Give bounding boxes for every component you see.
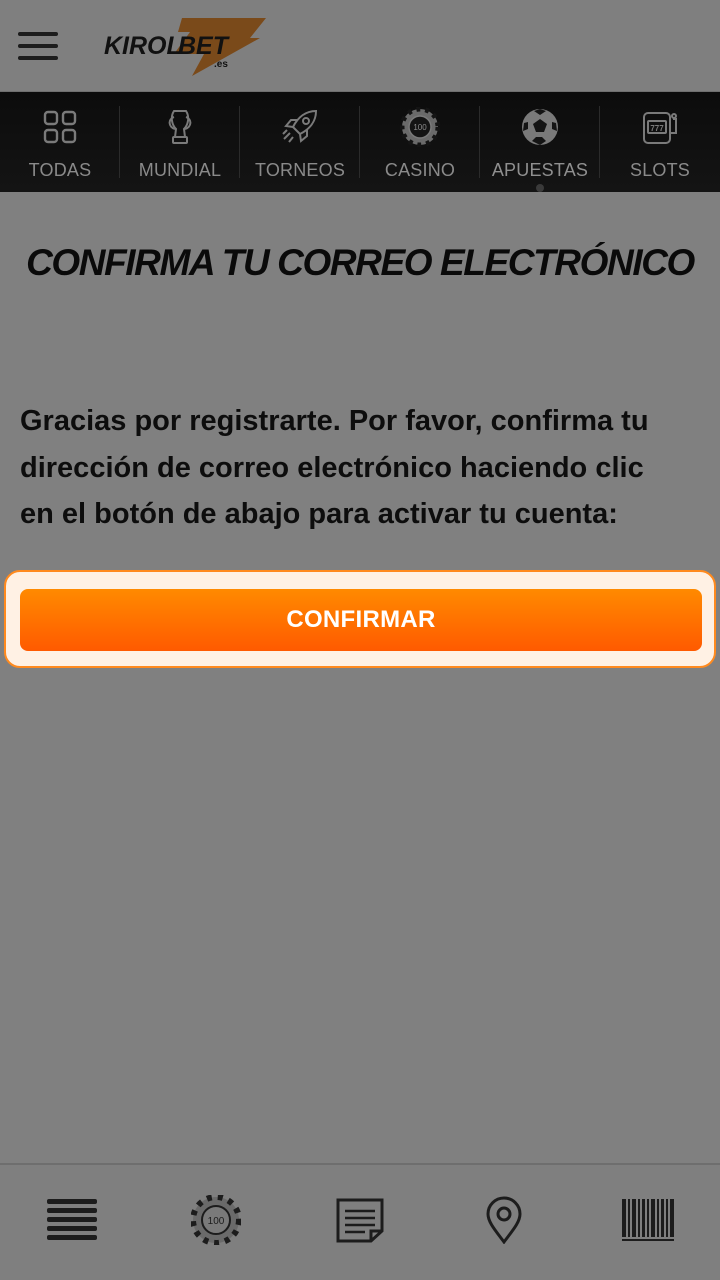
trophy-icon: [159, 106, 201, 148]
grid-icon: [39, 106, 81, 148]
category-nav: TODAS MUNDIAL TORNEOS 100 CASINO APUESTA…: [0, 92, 720, 192]
category-casino[interactable]: 100 CASINO: [360, 92, 480, 192]
bottom-nav-locations[interactable]: [432, 1165, 576, 1280]
confirmation-message: Gracias por registrarte. Por favor, conf…: [20, 398, 710, 538]
bottom-nav-menu[interactable]: [0, 1165, 144, 1280]
confirm-button-highlight: CONFIRMAR: [4, 570, 716, 668]
category-label: TODAS: [28, 160, 92, 180]
category-label: TORNEOS: [254, 160, 346, 180]
message-line: Gracias por registrarte. Por favor, conf…: [20, 405, 649, 437]
category-label: SLOTS: [629, 160, 691, 180]
category-todas[interactable]: TODAS: [0, 92, 120, 192]
svg-text:100: 100: [208, 1216, 225, 1227]
category-apuestas[interactable]: APUESTAS: [480, 92, 600, 192]
bottom-nav: 100: [0, 1163, 720, 1280]
location-pin-icon: [485, 1196, 523, 1249]
rocket-icon: [279, 106, 321, 148]
category-mundial[interactable]: MUNDIAL: [120, 92, 240, 192]
svg-text:.es: .es: [214, 59, 228, 70]
category-label: MUNDIAL: [138, 160, 222, 180]
casino-chip-icon: 100: [190, 1194, 242, 1250]
top-bar: KIROL BET .es: [0, 0, 720, 92]
svg-text:BET: BET: [178, 32, 231, 60]
slot-machine-icon: 777: [639, 106, 681, 148]
svg-text:777: 777: [650, 124, 664, 133]
svg-text:KIROL: KIROL: [104, 32, 182, 60]
bottom-nav-betslip[interactable]: [288, 1165, 432, 1280]
hamburger-menu-icon[interactable]: [18, 30, 58, 62]
menu-lines-icon: [47, 1199, 97, 1246]
message-line: en el botón de abajo para activar tu cue…: [20, 498, 618, 530]
category-torneos[interactable]: TORNEOS: [240, 92, 360, 192]
message-line: dirección de correo electrónico haciendo…: [20, 451, 644, 484]
page-title: CONFIRMA TU CORREO ELECTRÓNICO: [26, 242, 695, 283]
active-indicator: [536, 184, 544, 192]
barcode-icon: [622, 1199, 674, 1246]
kirolbet-logo[interactable]: KIROL BET .es: [100, 14, 270, 78]
svg-text:100: 100: [413, 123, 427, 132]
soccer-ball-icon: [519, 106, 561, 148]
casino-chip-icon: 100: [399, 106, 441, 148]
category-slots[interactable]: 777 SLOTS: [600, 92, 720, 192]
category-label: CASINO: [384, 160, 456, 180]
betslip-icon: [335, 1197, 385, 1248]
bottom-nav-barcode[interactable]: [576, 1165, 720, 1280]
confirm-button[interactable]: CONFIRMAR: [20, 589, 702, 651]
category-label: APUESTAS: [491, 160, 589, 180]
bottom-nav-casino[interactable]: 100: [144, 1165, 288, 1280]
